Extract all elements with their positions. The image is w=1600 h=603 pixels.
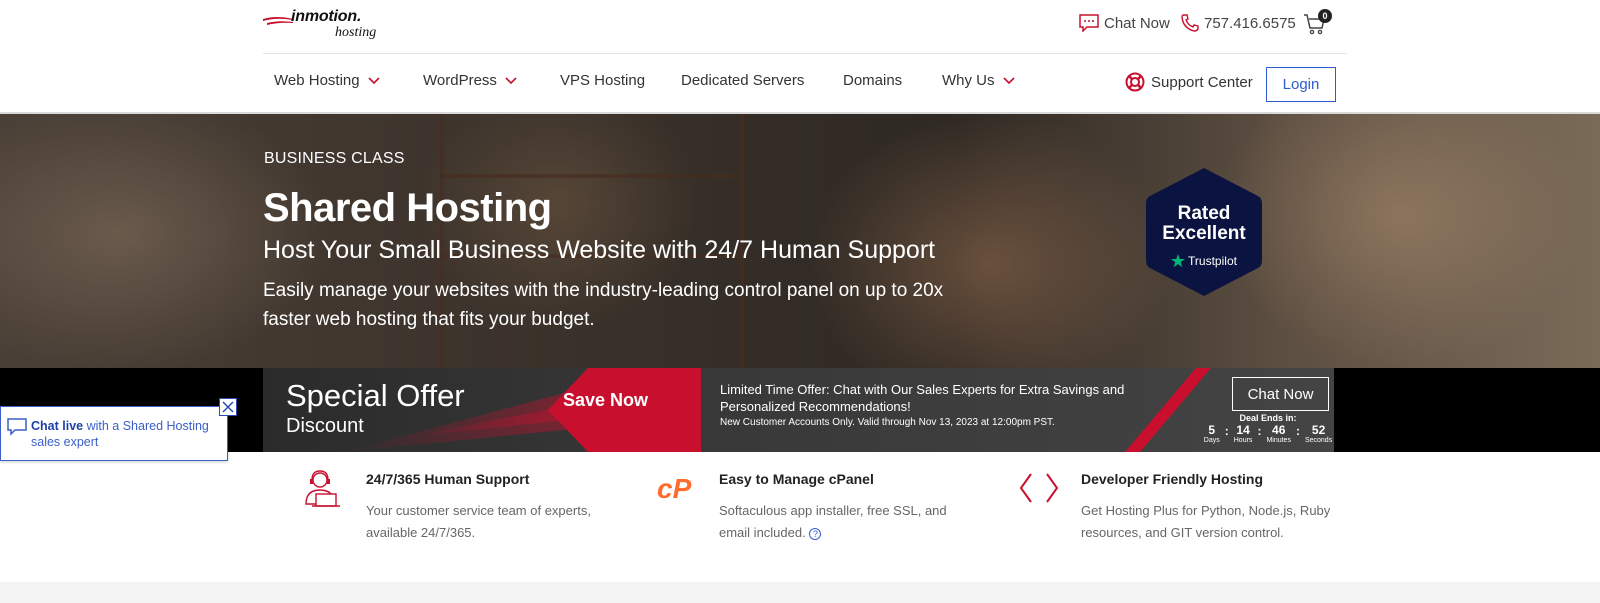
chat-now-label: Chat Now bbox=[1104, 14, 1170, 32]
top-bar: inmotion. hosting Chat Now 757.416.6575 … bbox=[263, 0, 1347, 54]
countdown-value: 14 bbox=[1236, 423, 1250, 437]
save-now-button[interactable]: Save Now bbox=[563, 390, 648, 411]
countdown-row: 5 Days : 14 Hours : 46 Minutes : 52 Seco… bbox=[1203, 424, 1333, 445]
offer-subtitle: Discount bbox=[286, 415, 364, 437]
offer-fine-print: New Customer Accounts Only. Valid throug… bbox=[720, 417, 1055, 428]
nav-item-why-us[interactable]: Why Us bbox=[942, 72, 1015, 89]
section-footer-band bbox=[0, 582, 1600, 603]
code-brackets-icon bbox=[1019, 473, 1059, 503]
countdown-minutes: 46 Minutes bbox=[1266, 424, 1291, 445]
deal-ends-label: Deal Ends in: bbox=[1239, 413, 1297, 423]
deal-countdown: Deal Ends in: 5 Days : 14 Hours : 46 Min… bbox=[1203, 413, 1333, 445]
nav-label: VPS Hosting bbox=[560, 72, 646, 89]
svg-text:cP: cP bbox=[657, 473, 692, 504]
nav-item-vps-hosting[interactable]: VPS Hosting bbox=[560, 72, 645, 89]
inmotion-logo[interactable]: inmotion. hosting bbox=[263, 8, 393, 42]
special-offer-bar: Special Offer Discount Save Now Limited … bbox=[0, 368, 1600, 452]
countdown-value: 52 bbox=[1311, 423, 1326, 437]
hero-title: Shared Hosting bbox=[263, 186, 552, 230]
login-button[interactable]: Login bbox=[1266, 67, 1336, 102]
chat-bubble-icon bbox=[1079, 14, 1099, 32]
nav-label: Dedicated Servers bbox=[681, 72, 805, 89]
phone-number: 757.416.6575 bbox=[1204, 14, 1296, 32]
feature-title: Easy to Manage cPanel bbox=[719, 471, 874, 487]
nav-item-web-hosting[interactable]: Web Hosting bbox=[274, 72, 380, 89]
countdown-separator: : bbox=[1257, 424, 1262, 438]
main-nav: Web Hosting WordPress VPS Hosting Dedica… bbox=[263, 54, 1347, 112]
countdown-unit: Minutes bbox=[1266, 437, 1291, 444]
shelf-board bbox=[440, 174, 740, 178]
chevron-down-icon bbox=[505, 76, 517, 84]
logo-brand: inmotion. bbox=[291, 8, 362, 25]
badge-line-1: Rated bbox=[1177, 203, 1231, 224]
offer-limited-text: Limited Time Offer: Chat with Our Sales … bbox=[720, 382, 1125, 414]
feature-title: 24/7/365 Human Support bbox=[366, 471, 530, 487]
cart-count-badge: 0 bbox=[1318, 9, 1332, 23]
hero-tagline: Host Your Small Business Website with 24… bbox=[263, 236, 936, 264]
star-icon bbox=[1171, 254, 1186, 268]
offer-chat-now-button[interactable]: Chat Now bbox=[1232, 377, 1329, 411]
countdown-seconds: 52 Seconds bbox=[1305, 424, 1332, 445]
chevron-down-icon bbox=[1002, 76, 1015, 84]
feature-text: Get Hosting Plus for Python, Node.js, Ru… bbox=[1081, 503, 1331, 540]
cart-button[interactable]: 0 bbox=[1303, 9, 1332, 38]
nav-label: WordPress bbox=[423, 72, 497, 89]
countdown-unit: Hours bbox=[1233, 437, 1253, 444]
nav-item-domains[interactable]: Domains bbox=[843, 72, 902, 89]
countdown-value: 5 bbox=[1208, 423, 1216, 437]
phone-link[interactable]: 757.416.6575 bbox=[1181, 14, 1296, 32]
cpanel-icon: cP bbox=[657, 473, 692, 504]
chat-live-widget[interactable]: Chat live with a Shared Hosting sales ex… bbox=[0, 406, 228, 461]
feature-text: Softaculous app installer, free SSL, and… bbox=[719, 500, 969, 544]
hero-section: BUSINESS CLASS Shared Hosting Host Your … bbox=[0, 114, 1600, 368]
support-center-link[interactable]: Support Center bbox=[1125, 72, 1253, 92]
chat-live-bold: Chat live bbox=[31, 419, 84, 433]
close-icon bbox=[222, 401, 234, 413]
hero-eyebrow: BUSINESS CLASS bbox=[264, 150, 405, 167]
trustpilot-mark: Trustpilot bbox=[1146, 254, 1262, 268]
chat-live-text: Chat live with a Shared Hosting sales ex… bbox=[31, 418, 226, 450]
offer-panel: Special Offer Discount Save Now Limited … bbox=[263, 368, 1334, 452]
feature-text-body: Softaculous app installer, free SSL, and… bbox=[719, 503, 947, 540]
trustpilot-badge[interactable]: Rated Excellent Trustpilot bbox=[1146, 166, 1262, 298]
support-agent-icon bbox=[305, 470, 340, 507]
countdown-unit: Seconds bbox=[1304, 437, 1333, 444]
chat-widget-close-button[interactable] bbox=[219, 398, 237, 416]
hero-description: Easily manage your websites with the ind… bbox=[263, 280, 944, 330]
chat-now-link[interactable]: Chat Now bbox=[1079, 14, 1170, 32]
chat-bubble-icon bbox=[7, 418, 27, 436]
trustpilot-label: Trustpilot bbox=[1188, 254, 1237, 268]
countdown-separator: : bbox=[1295, 424, 1300, 438]
countdown-days: 5 Days bbox=[1204, 424, 1220, 445]
support-center-label: Support Center bbox=[1151, 73, 1253, 91]
feature-text: Your customer service team of experts, a… bbox=[366, 503, 591, 540]
feature-title: Developer Friendly Hosting bbox=[1081, 471, 1264, 487]
nav-item-dedicated-servers[interactable]: Dedicated Servers bbox=[681, 72, 804, 89]
nav-item-wordpress[interactable]: WordPress bbox=[423, 72, 517, 89]
countdown-separator: : bbox=[1224, 424, 1229, 438]
nav-label: Web Hosting bbox=[274, 72, 360, 89]
phone-icon bbox=[1181, 14, 1199, 32]
nav-label: Domains bbox=[843, 72, 903, 89]
badge-rating-text: Rated Excellent bbox=[1146, 204, 1262, 244]
help-icon[interactable]: ? bbox=[809, 527, 822, 540]
offer-title: Special Offer bbox=[286, 378, 465, 413]
badge-line-2: Excellent bbox=[1162, 223, 1246, 244]
countdown-unit: Days bbox=[1203, 437, 1220, 444]
lifebuoy-icon bbox=[1125, 72, 1145, 92]
nav-label: Why Us bbox=[942, 72, 995, 89]
logo-sub: hosting bbox=[335, 25, 377, 40]
countdown-hours: 14 Hours bbox=[1234, 424, 1253, 445]
countdown-value: 46 bbox=[1272, 423, 1286, 437]
page: inmotion. hosting Chat Now 757.416.6575 … bbox=[0, 0, 1600, 603]
chevron-down-icon bbox=[368, 76, 380, 84]
